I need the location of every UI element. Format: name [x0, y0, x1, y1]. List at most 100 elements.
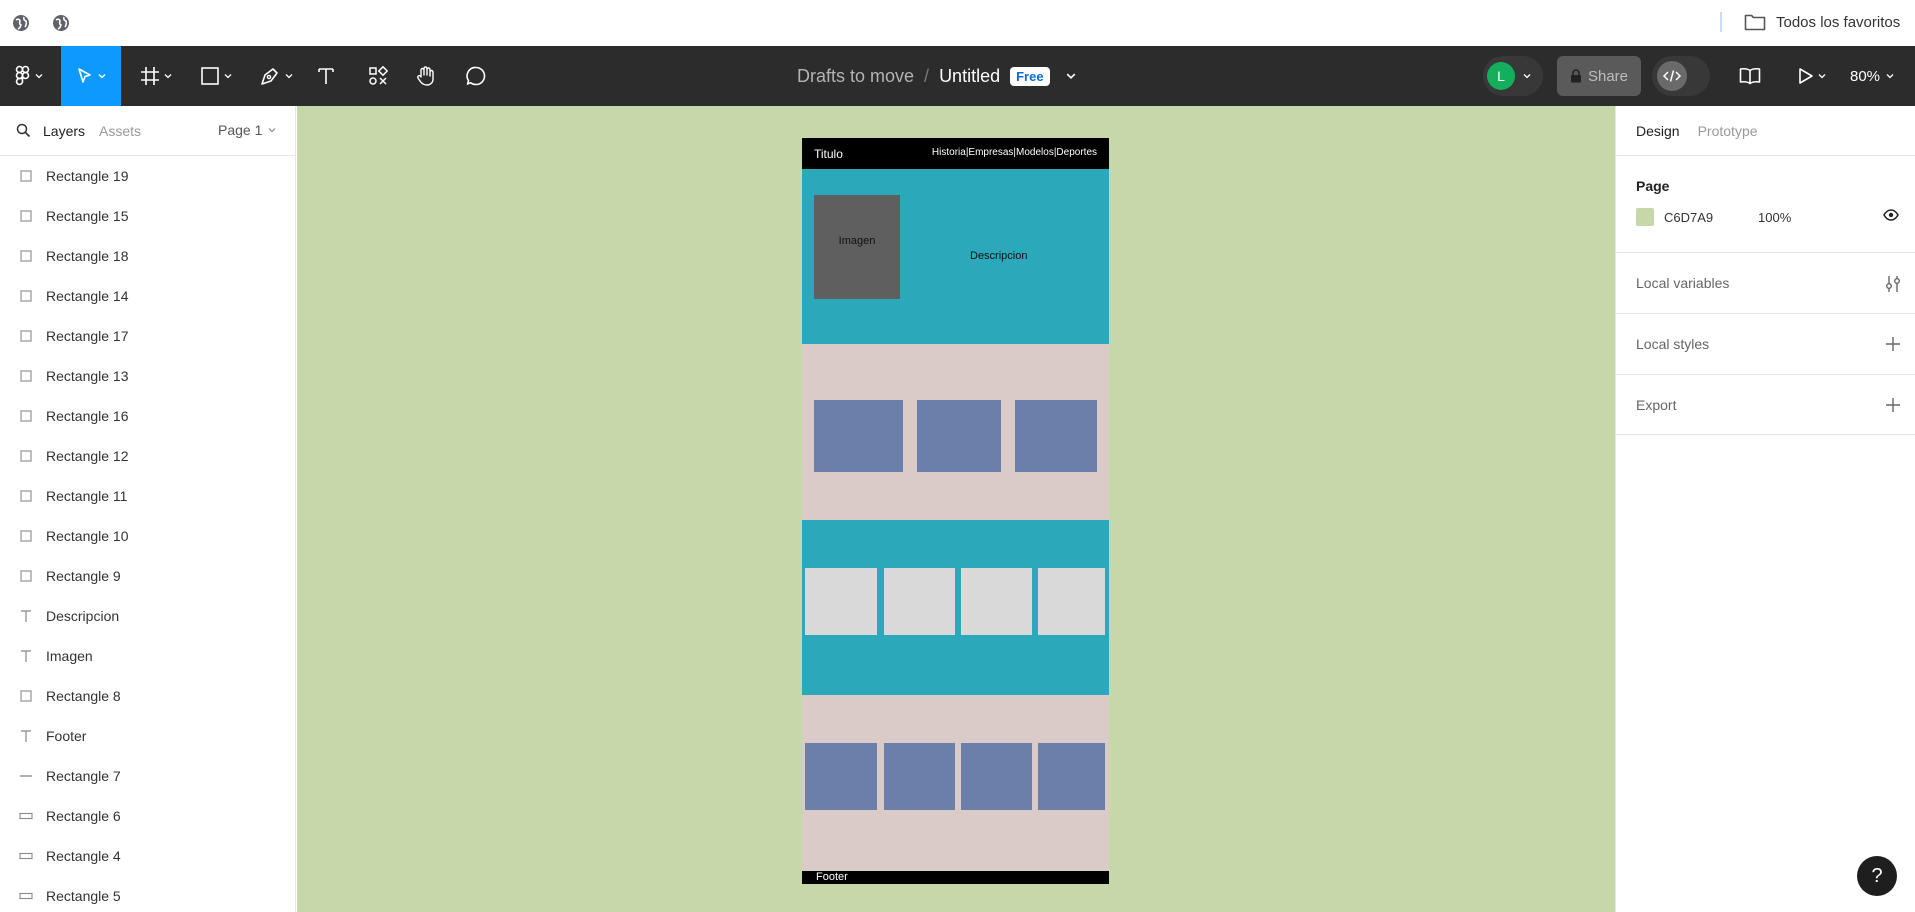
resources-button[interactable]	[364, 56, 392, 96]
left-panel-tabs: Layers Assets Page 1	[0, 106, 295, 156]
layer-row[interactable]: Rectangle 17	[0, 316, 295, 356]
search-icon[interactable]	[16, 123, 31, 138]
card-rectangle[interactable]	[961, 743, 1032, 810]
page-selector[interactable]: Page 1	[218, 122, 276, 138]
hero-image-box[interactable]: Imagen	[814, 195, 900, 299]
dev-mode-toggle[interactable]	[1652, 56, 1710, 96]
frame-header[interactable]: Titulo Historia|Empresas|Modelos|Deporte…	[802, 138, 1109, 169]
project-link[interactable]: Drafts to move	[797, 66, 914, 87]
card-rectangle[interactable]	[961, 568, 1032, 635]
tab-prototype[interactable]: Prototype	[1698, 123, 1758, 139]
folder-icon	[1744, 13, 1766, 31]
tab-layers[interactable]: Layers	[43, 123, 85, 139]
share-button[interactable]: Share	[1557, 56, 1641, 96]
frame-rect-icon	[18, 408, 34, 424]
file-title[interactable]: Untitled	[939, 66, 1000, 87]
frame-footer[interactable]: Footer	[802, 871, 1109, 884]
plus-icon[interactable]	[1885, 397, 1901, 413]
play-icon	[1798, 67, 1814, 85]
zoom-control[interactable]: 80%	[1850, 46, 1894, 106]
layer-row[interactable]: Rectangle 16	[0, 396, 295, 436]
layer-row[interactable]: Imagen	[0, 636, 295, 676]
main-menu-button[interactable]	[8, 56, 50, 96]
avatar[interactable]: L	[1487, 62, 1515, 90]
globe-icon[interactable]	[50, 12, 72, 34]
layer-name: Descripcion	[46, 608, 120, 624]
tab-design[interactable]: Design	[1636, 123, 1680, 139]
layer-row[interactable]: Rectangle 19	[0, 156, 295, 196]
chevron-down-icon	[1886, 74, 1894, 79]
card-rectangle[interactable]	[805, 743, 877, 810]
main-toolbar: Drafts to move / Untitled Free L Share 8…	[0, 46, 1915, 106]
layer-row[interactable]: Rectangle 15	[0, 196, 295, 236]
layer-row[interactable]: Rectangle 7	[0, 756, 295, 796]
frame-rect-icon	[18, 568, 34, 584]
plan-badge[interactable]: Free	[1010, 66, 1050, 86]
layer-row[interactable]: Rectangle 18	[0, 236, 295, 276]
design-canvas[interactable]: Titulo Historia|Empresas|Modelos|Deporte…	[297, 106, 1615, 912]
frame-rect-icon	[18, 168, 34, 184]
layer-row[interactable]: Footer	[0, 716, 295, 756]
frame-rect-icon	[18, 208, 34, 224]
page-color-swatch[interactable]	[1636, 208, 1654, 226]
components-icon	[368, 66, 388, 86]
hero-section[interactable]: Imagen Descripcion	[802, 169, 1109, 344]
layer-row[interactable]: Rectangle 11	[0, 476, 295, 516]
layer-name: Rectangle 15	[46, 208, 129, 224]
text-tool-button[interactable]	[312, 56, 340, 96]
frame-tool-button[interactable]	[134, 56, 178, 96]
frame-rect-icon	[18, 528, 34, 544]
cards-section-1[interactable]	[802, 344, 1109, 520]
local-variables-row[interactable]: Local variables	[1616, 252, 1915, 313]
layer-row[interactable]: Rectangle 10	[0, 516, 295, 556]
bookmarks-folder-label: Todos los favoritos	[1776, 13, 1901, 31]
card-rectangle[interactable]	[1038, 568, 1105, 635]
pen-tool-button[interactable]	[254, 56, 298, 96]
card-rectangle[interactable]	[1015, 400, 1097, 472]
card-rectangle[interactable]	[884, 743, 955, 810]
export-row[interactable]: Export	[1616, 374, 1915, 435]
comment-tool-button[interactable]	[462, 56, 490, 96]
variables-icon[interactable]	[1885, 275, 1901, 293]
page-opacity[interactable]: 100%	[1758, 210, 1791, 225]
chevron-down-icon	[164, 74, 172, 79]
all-bookmarks-folder[interactable]: Todos los favoritos	[1744, 10, 1900, 34]
eye-icon[interactable]	[1883, 209, 1899, 221]
tab-assets[interactable]: Assets	[99, 123, 141, 139]
layer-row[interactable]: Descripcion	[0, 596, 295, 636]
layer-name: Rectangle 11	[46, 488, 128, 504]
layer-row[interactable]: Rectangle 6	[0, 796, 295, 836]
shape-tool-button[interactable]	[194, 56, 238, 96]
library-button[interactable]	[1738, 56, 1762, 96]
layer-row[interactable]: Rectangle 12	[0, 436, 295, 476]
page-color-hex[interactable]: C6D7A9	[1664, 210, 1713, 225]
layer-row[interactable]: Rectangle 14	[0, 276, 295, 316]
card-rectangle[interactable]	[917, 400, 1001, 472]
globe-icon[interactable]	[10, 12, 32, 34]
card-rectangle[interactable]	[805, 568, 877, 635]
chevron-down-icon[interactable]	[1066, 71, 1076, 81]
layer-row[interactable]: Rectangle 9	[0, 556, 295, 596]
move-tool-button[interactable]	[61, 46, 121, 106]
local-styles-row[interactable]: Local styles	[1616, 313, 1915, 374]
breadcrumb-separator: /	[924, 65, 930, 86]
plus-icon[interactable]	[1885, 336, 1901, 352]
layer-row[interactable]: Rectangle 4	[0, 836, 295, 876]
present-button[interactable]	[1792, 56, 1832, 96]
layer-row[interactable]: Rectangle 5	[0, 876, 295, 912]
help-button[interactable]: ?	[1857, 856, 1897, 896]
cards-section-2[interactable]	[802, 520, 1109, 695]
frame-rect-icon	[18, 328, 34, 344]
card-rectangle[interactable]	[814, 400, 903, 472]
card-rectangle[interactable]	[884, 568, 955, 635]
page-frame[interactable]: Titulo Historia|Empresas|Modelos|Deporte…	[802, 138, 1109, 884]
layer-row[interactable]: Rectangle 13	[0, 356, 295, 396]
zoom-level: 80%	[1850, 67, 1881, 85]
layer-row[interactable]: Rectangle 8	[0, 676, 295, 716]
file-breadcrumb: Drafts to move / Untitled Free	[797, 46, 1076, 106]
cards-section-3[interactable]	[802, 695, 1109, 871]
multiplayer-avatars[interactable]: L	[1483, 56, 1543, 96]
card-rectangle[interactable]	[1038, 743, 1105, 810]
book-icon	[1739, 67, 1761, 85]
hand-tool-button[interactable]	[412, 56, 440, 96]
